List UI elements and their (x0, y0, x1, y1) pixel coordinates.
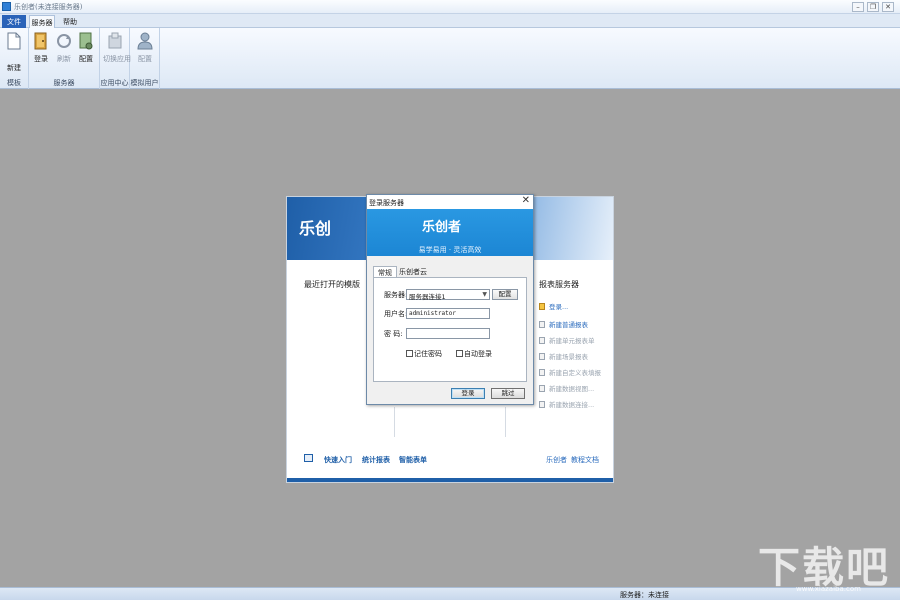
window-title: 乐创者(未连接服务器) (14, 3, 83, 11)
username-label: 用户名: (384, 310, 408, 318)
divider (505, 407, 506, 437)
dialog-banner: 乐创者 易学易用 · 灵活高效 (367, 209, 533, 256)
divider (394, 407, 395, 437)
lecreator-link[interactable]: 乐创者 (546, 455, 567, 465)
ribbon-group-app-center: 切换应用 应用中心 (100, 28, 131, 89)
page-icon (539, 385, 545, 392)
book-icon (304, 454, 313, 462)
switch-app-icon (108, 32, 122, 49)
new-button[interactable]: 新建 (2, 32, 26, 73)
remember-password-checkbox[interactable]: 记住密码 (406, 349, 442, 359)
new-button-label: 新建 (7, 64, 21, 72)
switch-app-button[interactable]: 切换应用 (103, 32, 131, 64)
start-panel-logo: 乐创 (299, 219, 332, 238)
tutorial-docs-link[interactable]: 教程文档 (571, 455, 599, 465)
user-icon (137, 32, 153, 50)
title-bar: 乐创者(未连接服务器) – ❐ ✕ (0, 0, 900, 14)
tab-help[interactable]: 帮助 (59, 15, 81, 28)
login-form: 服务器: 服务器连接1 ▼ 配置 用户名: administrator 密 码:… (373, 277, 527, 382)
page-icon (539, 401, 545, 408)
tab-file[interactable]: 文件 (2, 15, 26, 28)
login-button[interactable]: 登录 (29, 32, 53, 64)
login-door-icon (34, 32, 47, 50)
login-button-label: 登录 (34, 55, 48, 63)
close-icon[interactable]: ✕ (882, 2, 894, 12)
quick-start-link[interactable]: 快速入门 (324, 455, 352, 465)
template-group-label: 模板 (7, 79, 21, 87)
server-status-text: 服务器：未连接 (620, 591, 669, 599)
report-login-link[interactable]: 登录... (539, 301, 568, 311)
page-icon (539, 337, 545, 344)
ribbon-group-server: 登录 刷新 配置 服务器 (29, 28, 100, 89)
password-input[interactable] (406, 328, 490, 339)
config-button[interactable]: 配置 (74, 32, 98, 64)
dialog-title: 登录服务器 (369, 199, 404, 207)
page-icon (539, 321, 545, 328)
ribbon: 新建 模板 登录 刷新 配置 服务器 切换应用 应用中心 配置 模拟用户 (0, 28, 900, 89)
watermark-url: www.xiazaiba.com (796, 585, 861, 593)
user-config-button[interactable]: 配置 (133, 32, 157, 64)
login-submit-button[interactable]: 登录 (451, 388, 485, 399)
panel-bottom-bar (287, 478, 613, 482)
ribbon-group-template: 新建 模板 (0, 28, 29, 89)
refresh-button-label: 刷新 (57, 55, 71, 63)
lock-icon (539, 303, 545, 310)
switch-app-button-label: 切换应用 (103, 55, 131, 63)
username-input[interactable]: administrator (406, 308, 490, 319)
smart-form-link[interactable]: 智能表单 (399, 455, 427, 465)
checkbox-icon (406, 350, 413, 357)
new-document-icon (7, 32, 21, 50)
new-cell-report-link[interactable]: 新建单元报表单 (539, 335, 595, 345)
page-icon (539, 353, 545, 360)
recent-templates-title: 最近打开的模版 (304, 280, 360, 289)
refresh-button[interactable]: 刷新 (52, 32, 76, 64)
user-config-button-label: 配置 (138, 55, 152, 63)
dialog-logo: 乐创者 (422, 220, 462, 235)
server-select-value: 服务器连接1 (409, 293, 446, 301)
ribbon-group-sim-user: 配置 模拟用户 (130, 28, 160, 89)
new-custom-fill-link[interactable]: 新建自定义表填报 (539, 367, 601, 377)
new-normal-report-link[interactable]: 新建普通报表 (539, 319, 588, 329)
page-icon (539, 369, 545, 376)
config-button-label: 配置 (79, 55, 93, 63)
auto-login-checkbox[interactable]: 自动登录 (456, 349, 492, 359)
config-icon (79, 32, 93, 50)
skip-button[interactable]: 跳过 (491, 388, 525, 399)
chevron-down-icon: ▼ (482, 291, 487, 298)
minimize-icon[interactable]: – (852, 2, 864, 12)
restore-icon[interactable]: ❐ (867, 2, 879, 12)
app-center-group-label: 应用中心 (100, 79, 129, 87)
report-server-title: 报表服务器 (539, 280, 579, 289)
menu-tab-row: 文件 服务器 帮助 (0, 14, 900, 28)
login-dialog: 登录服务器 ✕ 乐创者 易学易用 · 灵活高效 常规 乐创者云 服务器: 服务器… (366, 194, 534, 405)
new-data-connection-link[interactable]: 新建数据连接... (539, 399, 594, 409)
sim-user-group-label: 模拟用户 (130, 79, 159, 87)
new-scene-report-link[interactable]: 新建场景报表 (539, 351, 588, 361)
app-icon (2, 2, 11, 11)
tab-server[interactable]: 服务器 (29, 15, 55, 28)
dialog-slogan: 易学易用 · 灵活高效 (418, 246, 482, 254)
server-select[interactable]: 服务器连接1 ▼ (406, 289, 490, 301)
tab-cloud[interactable]: 乐创者云 (395, 266, 431, 277)
dialog-close-icon[interactable]: ✕ (522, 196, 530, 206)
dialog-title-bar: 登录服务器 ✕ (367, 195, 533, 209)
stat-report-link[interactable]: 统计报表 (362, 455, 390, 465)
server-config-button[interactable]: 配置 (492, 289, 518, 300)
checkbox-icon (456, 350, 463, 357)
tab-general[interactable]: 常规 (373, 266, 397, 277)
password-label: 密 码: (384, 330, 403, 338)
new-data-view-link[interactable]: 新建数据视图... (539, 383, 594, 393)
server-label: 服务器: (384, 291, 408, 299)
refresh-icon (57, 34, 71, 48)
server-group-label: 服务器 (53, 79, 75, 87)
